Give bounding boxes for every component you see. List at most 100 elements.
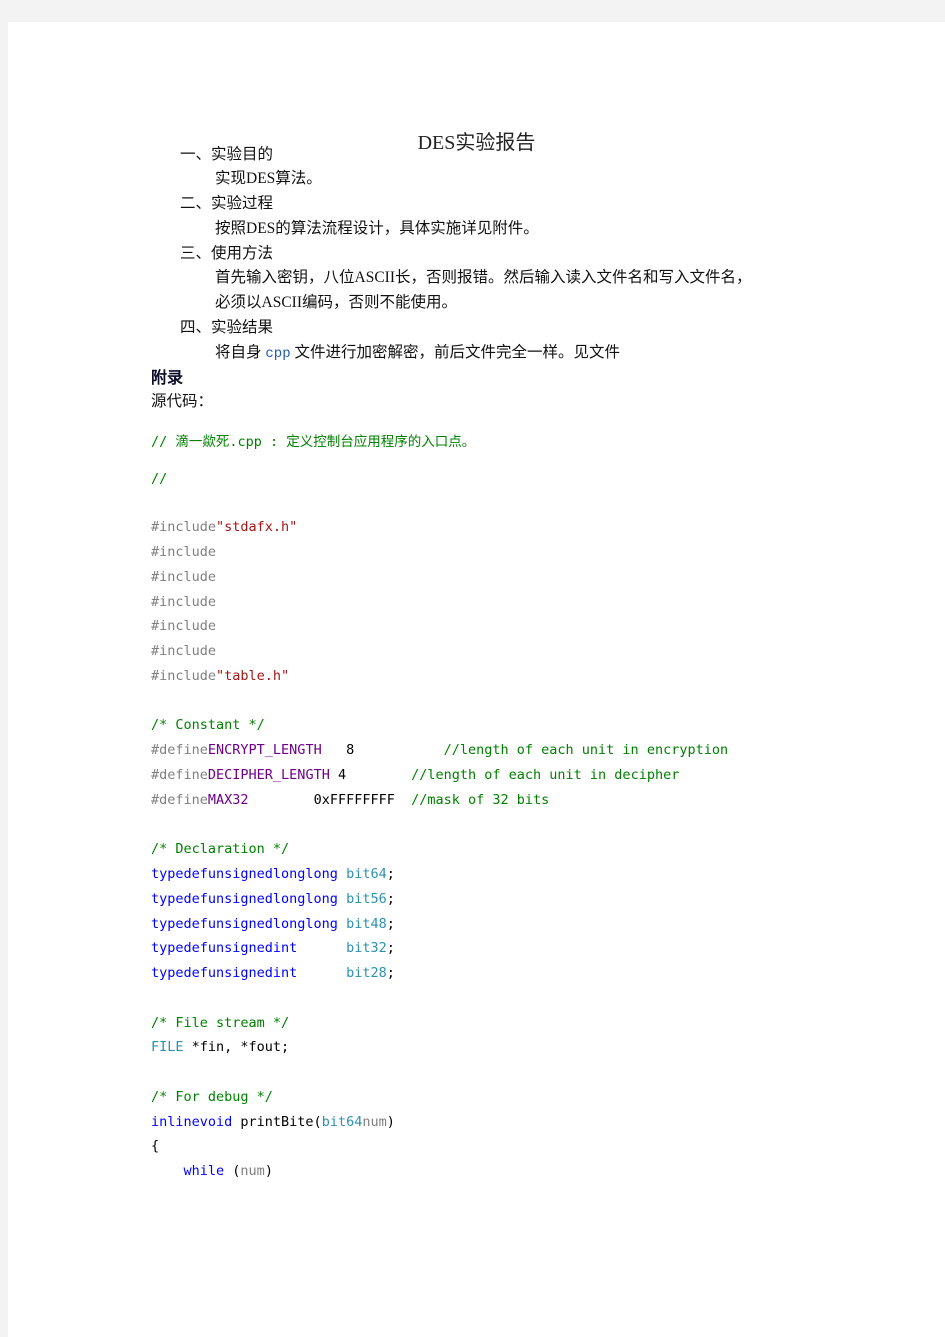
code-define: #defineMAX32 0xFFFFFFFF //mask of 32 bit… <box>151 791 549 809</box>
section-heading: 二、实验过程 <box>180 195 274 212</box>
code-include: #include <box>151 543 216 561</box>
include-target: "stdafx.h" <box>216 519 298 535</box>
param-name: num <box>240 1163 265 1179</box>
code-comment-empty: // <box>151 470 167 488</box>
preprocessor: #define <box>151 792 208 808</box>
text-part: 文件进行加密解密，前后文件完全一样。见文件 <box>294 344 620 361</box>
preprocessor: #define <box>151 742 208 758</box>
section-text: 必须以ASCII编码，否则不能使用。 <box>215 294 457 311</box>
comment: /* Declaration */ <box>151 841 290 857</box>
comment: /* File stream */ <box>151 1015 290 1031</box>
punctuation: ( <box>224 1163 241 1179</box>
code-comment-filestream: /* File stream */ <box>151 1014 289 1032</box>
section-heading: 一、实验目的 <box>180 146 274 163</box>
code-comment-constant: /* Constant */ <box>151 716 265 734</box>
section-text: 将自身 cpp 文件进行加密解密，前后文件完全一样。见文件 <box>215 343 620 364</box>
macro-name: DECIPHER_LENGTH <box>207 767 330 783</box>
preprocessor: #include <box>151 643 217 659</box>
keyword: typedefunsignedlonglong <box>151 916 338 932</box>
preprocessor: #include <box>151 594 217 610</box>
appendix-heading: 附录 <box>151 370 184 387</box>
section-text: 实现DES算法。 <box>215 170 322 187</box>
punctuation: ; <box>386 866 395 882</box>
comment: /* For debug */ <box>151 1089 273 1105</box>
code-include: #include <box>151 617 216 635</box>
code-open-brace: { <box>151 1138 160 1154</box>
include-target: "table.h" <box>216 668 290 684</box>
code-define: #defineENCRYPT_LENGTH 8 //length of each… <box>151 741 728 759</box>
document-title: DES实验报告 <box>417 132 536 154</box>
section-heading: 四、实验结果 <box>180 319 274 336</box>
punctuation: ; <box>386 916 395 932</box>
code-typedef: typedefunsignedint bit32; <box>151 939 395 957</box>
preprocessor: #include <box>151 569 217 585</box>
comment: //mask of 32 bits <box>394 792 550 808</box>
keyword: typedefunsignedint <box>151 965 298 981</box>
preprocessor: #include <box>151 519 217 535</box>
macro-value: 8 <box>321 742 355 758</box>
param-name: num <box>362 1114 387 1130</box>
preprocessor: #include <box>151 668 217 684</box>
function-name: printBite( <box>232 1114 322 1130</box>
code-typedef: typedefunsignedlonglong bit48; <box>151 915 395 933</box>
type-name: bit32 <box>346 940 387 956</box>
keyword: while <box>183 1163 225 1179</box>
code-comment-debug: /* For debug */ <box>151 1088 273 1106</box>
punctuation: ) <box>386 1114 395 1130</box>
punctuation: ; <box>386 891 395 907</box>
keyword: typedefunsignedlonglong <box>151 866 338 882</box>
code-define: #defineDECIPHER_LENGTH 4 //length of eac… <box>151 766 679 784</box>
cpp-term: cpp <box>265 346 291 362</box>
comment: //length of each unit in encryption <box>354 742 729 758</box>
section-heading: 三、使用方法 <box>180 245 274 262</box>
code-func-signature: inlinevoid printBite(bit64num) <box>151 1113 395 1131</box>
code-include: #include <box>151 642 216 660</box>
code-typedef: typedefunsignedlonglong bit56; <box>151 890 395 908</box>
type-name: bit64 <box>321 1114 363 1130</box>
document-page: DES实验报告 一、实验目的 实现DES算法。 二、实验过程 按照DES的算法流… <box>8 22 945 1337</box>
preprocessor: #include <box>151 618 217 634</box>
macro-value: 4 <box>329 767 347 783</box>
code-file-decl: FILE *fin, *fout; <box>151 1038 289 1056</box>
comment: /* Constant */ <box>151 717 265 733</box>
macro-name: ENCRYPT_LENGTH <box>207 742 322 758</box>
keyword: inlinevoid <box>151 1114 233 1130</box>
comment: // 滴一歘死.cpp : 定义控制台应用程序的入口点。 <box>151 434 476 450</box>
source-code-label: 源代码： <box>151 393 214 410</box>
type-name: bit28 <box>346 965 387 981</box>
code-include: #include <box>151 593 216 611</box>
type-name: bit64 <box>346 866 387 882</box>
code-comment-declaration: /* Declaration */ <box>151 840 289 858</box>
macro-value: 0xFFFFFFFF <box>248 792 395 808</box>
keyword: typedefunsignedlonglong <box>151 891 338 907</box>
punctuation: ; <box>386 965 395 981</box>
code-include: #include"table.h" <box>151 667 289 685</box>
code-typedef: typedefunsignedlonglong bit64; <box>151 865 395 883</box>
type-name: bit48 <box>346 916 387 932</box>
type-name: bit56 <box>346 891 387 907</box>
type-name: FILE <box>151 1039 184 1055</box>
code-include: #include"stdafx.h" <box>151 518 297 536</box>
code-include: #include <box>151 568 216 586</box>
comment: // <box>151 471 168 487</box>
comment: //length of each unit in decipher <box>346 767 680 783</box>
preprocessor: #define <box>151 767 208 783</box>
section-text: 首先输入密钥，八位ASCII长，否则报错。然后输入读入文件名和写入文件名， <box>215 269 752 286</box>
declaration: *fin, *fout; <box>183 1039 290 1055</box>
macro-name: MAX32 <box>207 792 249 808</box>
text-part: 将自身 <box>215 344 262 361</box>
punctuation: ) <box>264 1163 273 1179</box>
code-comment-header: // 滴一歘死.cpp : 定义控制台应用程序的入口点。 <box>151 433 475 451</box>
keyword: typedefunsignedint <box>151 940 298 956</box>
code-typedef: typedefunsignedint bit28; <box>151 964 395 982</box>
code-while: while (num) <box>151 1162 273 1180</box>
punctuation: ; <box>386 940 395 956</box>
section-text: 按照DES的算法流程设计，具体实施详见附件。 <box>215 220 539 237</box>
preprocessor: #include <box>151 544 217 560</box>
